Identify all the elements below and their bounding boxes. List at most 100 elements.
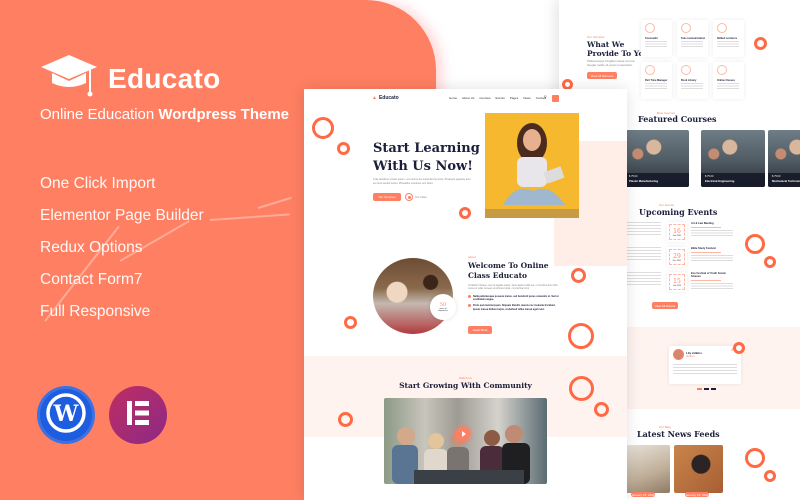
- service-title: Book Library: [681, 79, 697, 82]
- carousel-dot[interactable]: [704, 388, 709, 390]
- tagline: Online Education Wordpress Theme: [40, 106, 289, 123]
- nav-item[interactable]: About Us: [462, 96, 474, 100]
- event-meta: [691, 280, 721, 281]
- about-point: Nulla pellentesque posuere metus, sed he…: [468, 295, 560, 301]
- testimonial-role: Student: [686, 355, 695, 358]
- feature-list: One Click Import Elementor Page Builder …: [40, 174, 204, 334]
- experience-label: years of experience: [438, 307, 448, 312]
- event-title: Bible Study Festival: [691, 247, 716, 250]
- service-title: Counsellor: [645, 37, 659, 40]
- read-more-button[interactable]: Read More: [468, 326, 492, 334]
- our-services-button[interactable]: Our Services: [373, 193, 401, 201]
- decorative-ring: [764, 470, 776, 482]
- nav-item[interactable]: Pages: [510, 96, 519, 100]
- event-date: 29 Dec 2022: [667, 247, 687, 267]
- about-eyebrow: About: [468, 255, 476, 259]
- event-meta: [691, 252, 721, 253]
- news-image[interactable]: [674, 445, 723, 493]
- decorative-ring: [312, 117, 334, 139]
- video-link[interactable]: Our Video: [405, 193, 427, 201]
- services-title-line: What We: [587, 40, 625, 49]
- nav-item[interactable]: News: [523, 96, 531, 100]
- carousel-dot[interactable]: [711, 388, 716, 390]
- play-icon: [461, 431, 466, 437]
- service-text: [681, 41, 703, 49]
- hero-image: [485, 113, 579, 218]
- services-text: Pellentesque fringilla massa id urna feu…: [587, 59, 635, 67]
- menu-button[interactable]: [552, 95, 559, 102]
- news-image[interactable]: [621, 445, 670, 493]
- search-icon[interactable]: ⚲: [544, 95, 547, 99]
- decorative-ring: [745, 234, 765, 254]
- course-card[interactable]: $ 75.00 Plastic Manufacturing: [625, 130, 689, 187]
- course-card[interactable]: $ 75.00Mechanical Technology: [768, 130, 800, 187]
- tagline-light: Online Education: [40, 106, 159, 123]
- event-info[interactable]: Eco Festival of Youth Social Science: [691, 272, 735, 290]
- tagline-bold: Wordpress Theme: [158, 106, 290, 123]
- service-card[interactable]: Part Time Manager: [641, 62, 672, 99]
- hero-title: Start Learning With Us Now!: [373, 140, 480, 176]
- feature-item: Contact Form7: [40, 271, 143, 288]
- brand-name: Educato: [108, 62, 221, 94]
- view-all-events-button[interactable]: View All Events: [652, 302, 678, 309]
- experience-badge: 50 years of experience: [430, 294, 456, 320]
- event-month: Feb 2022: [672, 234, 682, 237]
- course-name: Mechanical Technology: [772, 179, 800, 183]
- event-info[interactable]: [621, 222, 661, 236]
- about-points: Nulla pellentesque posuere metus, sed he…: [468, 295, 560, 311]
- elementor-logo: [109, 386, 167, 444]
- service-card[interactable]: Tele-communication: [677, 20, 708, 57]
- event-info[interactable]: [621, 247, 661, 261]
- service-card[interactable]: Skilled Lecturers: [713, 20, 744, 57]
- event-month: Jan 2023: [672, 284, 682, 287]
- events-title: Upcoming Events: [639, 207, 718, 217]
- svg-text:W: W: [53, 401, 79, 427]
- about-point: Proin quis lacinia ipsum. Aliquam blandi…: [468, 304, 560, 311]
- services-title-line: Provide To You: [587, 49, 649, 58]
- decorative-ring: [571, 268, 586, 283]
- service-card[interactable]: Counsellor: [641, 20, 672, 57]
- brand-logo: Educato: [40, 53, 221, 104]
- event-info[interactable]: Art & Law Meeting: [691, 222, 735, 237]
- mock-logo[interactable]: ▲ Educato: [372, 95, 399, 101]
- carousel-dot[interactable]: [697, 388, 702, 390]
- event-info[interactable]: [621, 272, 661, 286]
- nav-item[interactable]: Home: [449, 96, 457, 100]
- event-day: 29: [673, 252, 681, 260]
- community-video[interactable]: [384, 398, 547, 484]
- wordpress-icon: W: [45, 392, 87, 439]
- nav-item[interactable]: Courses: [479, 96, 490, 100]
- service-icon: [717, 23, 727, 33]
- event-info[interactable]: Bible Study Festival: [691, 247, 735, 262]
- service-text: [681, 83, 703, 91]
- service-icon: [681, 23, 691, 33]
- mock-nav: Home About Us Courses Events Pages News Contac…: [449, 96, 546, 100]
- decorative-ring: [733, 342, 745, 354]
- decorative-ring: [594, 402, 609, 417]
- play-icon: [405, 193, 413, 201]
- course-caption: $ 75.00Mechanical Technology: [768, 173, 800, 187]
- event-date: 15 Jan 2023: [667, 272, 687, 292]
- mock-logo-text: Educato: [378, 95, 399, 101]
- hero-text: Cras faucibus ornare ipsum, non luctus l…: [373, 178, 471, 185]
- carousel-dots[interactable]: [697, 388, 716, 390]
- service-card[interactable]: Online Classes: [713, 62, 744, 99]
- decorative-ring: [337, 142, 350, 155]
- course-caption: $ 75.00 Plastic Manufacturing: [625, 173, 689, 187]
- plugin-badges: W: [37, 386, 167, 444]
- event-date: 16 Feb 2022: [667, 222, 687, 242]
- service-card[interactable]: Book Library: [677, 62, 708, 99]
- view-all-services-button[interactable]: View All Services: [587, 72, 617, 79]
- decorative-ring: [344, 316, 357, 329]
- play-button[interactable]: [456, 427, 470, 441]
- feature-item: One Click Import: [40, 175, 156, 192]
- service-title: Tele-communication: [681, 37, 706, 40]
- service-icon: [681, 65, 691, 75]
- nav-item[interactable]: Events: [496, 96, 505, 100]
- about-title-line: Class Educato: [468, 271, 528, 280]
- course-card[interactable]: $ 75.00 Electrical Engineering: [701, 130, 765, 187]
- event-day: 15: [673, 277, 681, 285]
- event-month: Dec 2022: [672, 259, 682, 262]
- event-text: [691, 255, 733, 262]
- video-label: Our Video: [415, 195, 427, 199]
